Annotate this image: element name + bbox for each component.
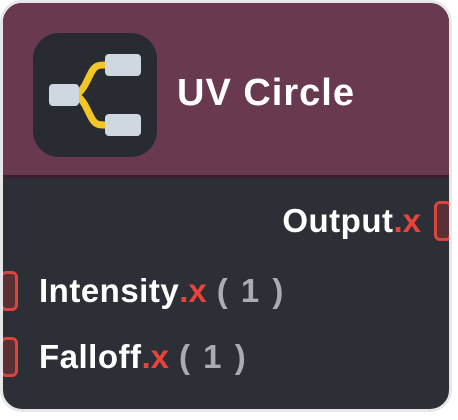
intensity-port-label: Intensity <box>39 272 180 309</box>
falloff-port-component: .x <box>141 338 170 375</box>
intensity-value[interactable]: ( 1 ) <box>217 272 286 309</box>
intensity-port-row[interactable]: Intensity.x ( 1 ) <box>39 269 285 313</box>
output-port-component: .x <box>393 202 421 239</box>
falloff-port-label: Falloff <box>39 338 142 375</box>
uv-circle-node[interactable]: UV Circle Output.x Intensity.x( 1 ) Fall… <box>0 0 452 412</box>
falloff-input-socket[interactable] <box>3 337 18 377</box>
falloff-value[interactable]: ( 1 ) <box>179 338 248 375</box>
output-port-row[interactable]: Output.x <box>282 199 421 243</box>
node-graph-icon <box>33 33 157 157</box>
intensity-input-socket[interactable] <box>3 271 18 311</box>
output-socket[interactable] <box>434 201 449 241</box>
output-port-label: Output <box>282 202 394 239</box>
node-title: UV Circle <box>177 72 355 114</box>
node-header[interactable]: UV Circle <box>3 3 449 178</box>
falloff-port-row[interactable]: Falloff.x( 1 ) <box>39 335 248 379</box>
intensity-port-component: .x <box>179 272 207 309</box>
